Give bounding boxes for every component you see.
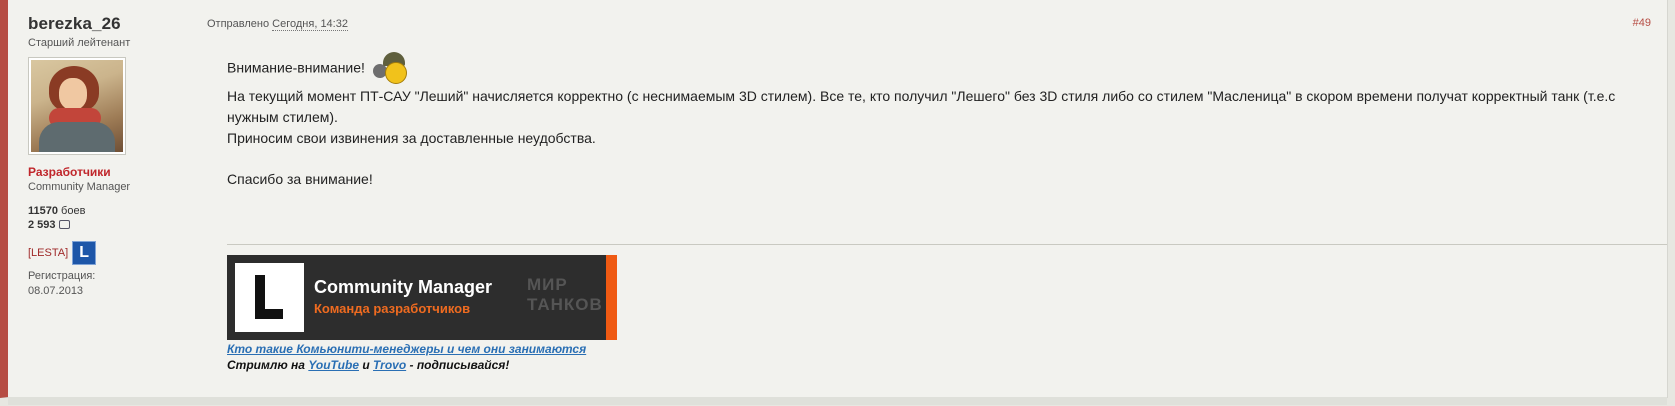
lesta-logo-icon: [235, 263, 304, 332]
youtube-link[interactable]: YouTube: [308, 358, 359, 372]
post-number-link[interactable]: #49: [1633, 17, 1651, 29]
battles-count: 11570 боев: [28, 205, 86, 217]
community-managers-link[interactable]: Кто такие Комьюнити-менеджеры и чем они …: [227, 342, 586, 356]
signature-stream-line: Стримлю на YouTube и Trovo - подписывайс…: [227, 358, 510, 372]
signature-divider: [227, 244, 1667, 245]
signature-link-line: Кто такие Комьюнити-менеджеры и чем они …: [227, 342, 586, 356]
registration-label: Регистрация:: [28, 270, 96, 282]
clan-tag[interactable]: [LESTA]: [28, 247, 68, 259]
game-logo: МИР ТАНКОВ: [527, 275, 603, 314]
banner-title: Community Manager: [314, 277, 493, 297]
smiley-icon: [372, 52, 413, 86]
post-paragraph-1: На текущий момент ПТ-САУ "Леший" начисля…: [227, 88, 1616, 125]
forum-post: berezka_26 Старший лейтенант Разработчик…: [0, 0, 1668, 405]
author-name[interactable]: berezka_26: [28, 14, 198, 34]
post-greeting: Внимание-внимание!: [227, 52, 1667, 86]
avatar-image: [31, 60, 123, 152]
sent-label: Отправлено: [207, 18, 270, 30]
post-content: Внимание-внимание! На текущий момент ПТ-…: [227, 52, 1667, 190]
post-paragraph-2: Приносим свои извинения за доставленные …: [227, 130, 596, 146]
clan-logo-icon[interactable]: L: [72, 241, 97, 265]
posts-count[interactable]: 2 593: [28, 219, 198, 231]
signature-banner: Community Manager Команда разработчиков …: [227, 255, 617, 340]
banner-subtitle: Команда разработчиков: [314, 301, 471, 316]
banner-stripe: [606, 255, 617, 340]
author-panel: berezka_26 Старший лейтенант Разработчик…: [28, 14, 198, 299]
clan-info[interactable]: [LESTA] L: [28, 241, 198, 265]
post-meta: Отправлено Сегодня, 14:32: [207, 18, 348, 31]
post-date: Сегодня, 14:32: [272, 18, 348, 31]
registration-info: Регистрация: 08.07.2013: [28, 269, 198, 299]
avatar[interactable]: [28, 57, 126, 155]
trovo-link[interactable]: Trovo: [373, 358, 406, 372]
author-title: Community Manager: [28, 181, 131, 193]
author-rank: Старший лейтенант: [28, 37, 131, 49]
comment-icon: [58, 220, 70, 229]
registration-date: 08.07.2013: [28, 285, 84, 297]
author-group: Разработчики: [28, 165, 111, 179]
post-thanks: Спасибо за внимание!: [227, 171, 373, 187]
